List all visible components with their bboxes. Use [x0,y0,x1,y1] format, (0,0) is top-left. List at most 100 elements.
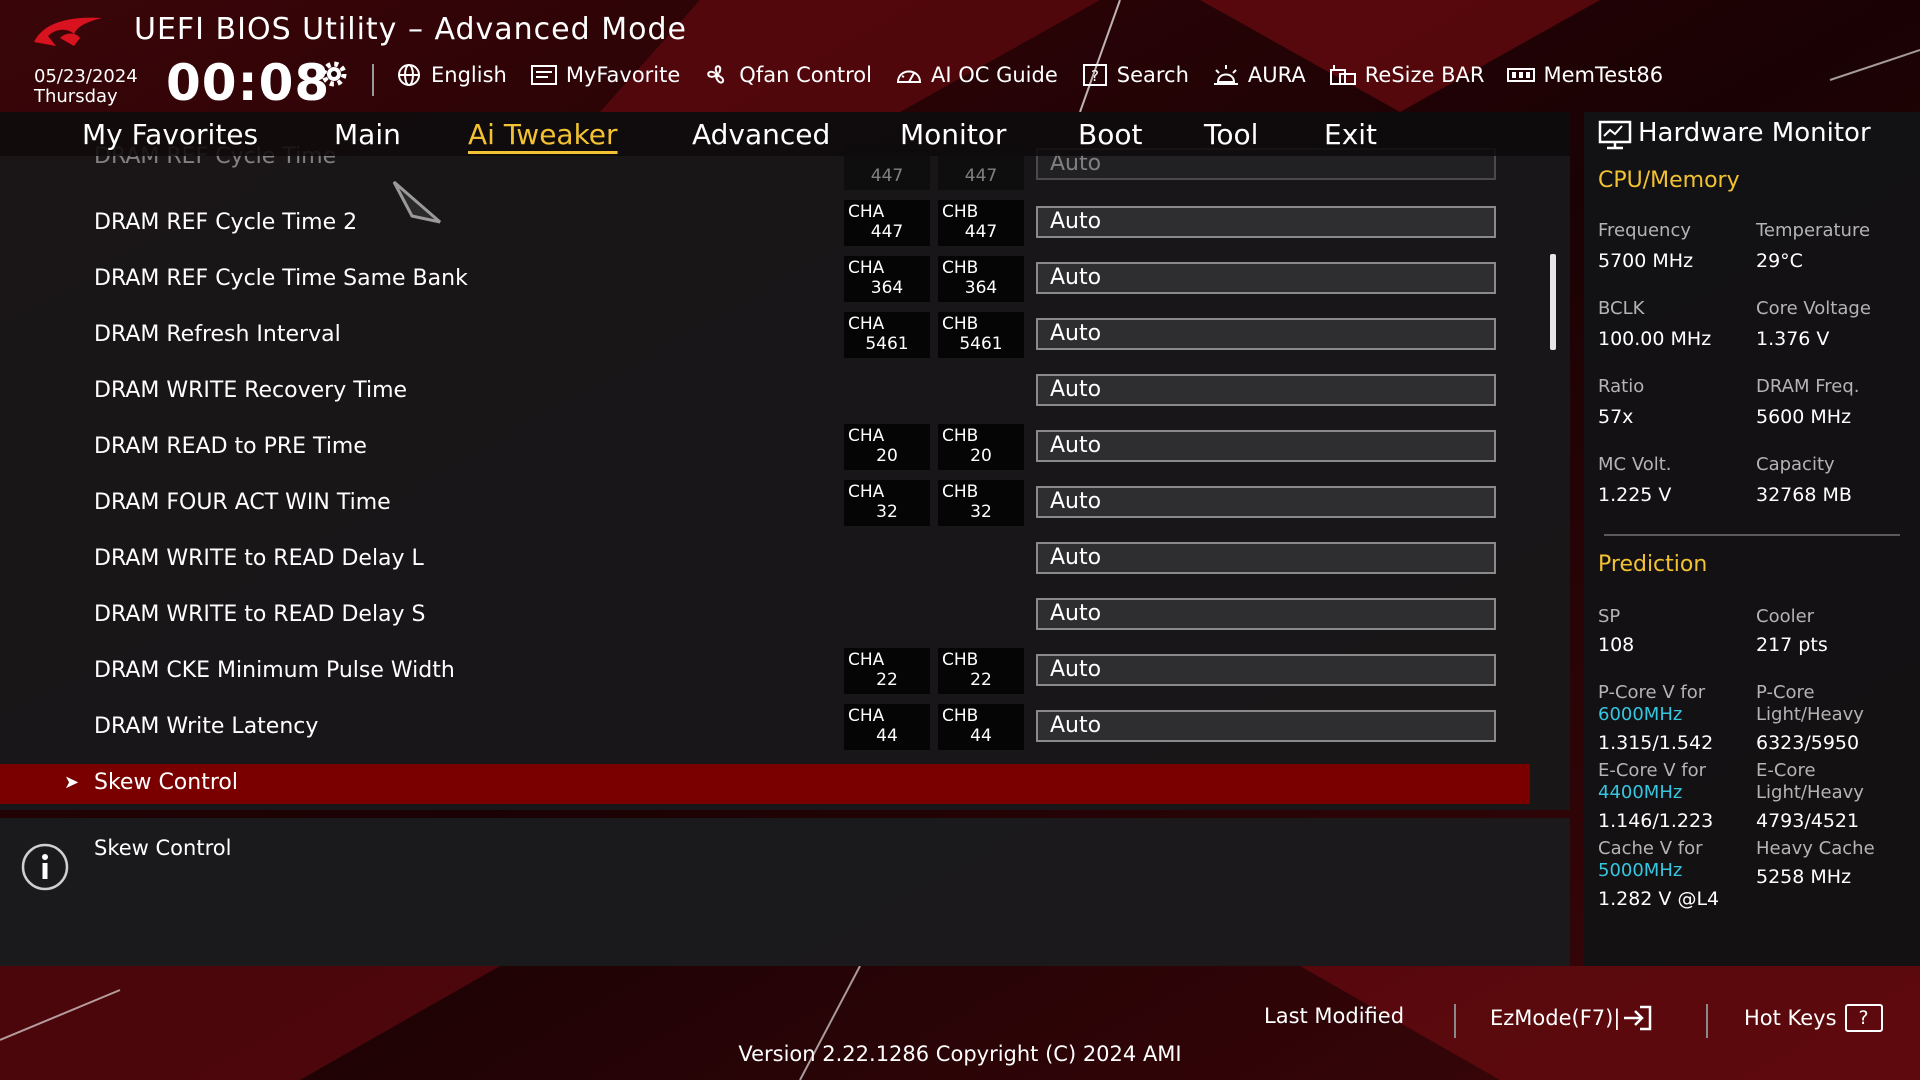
setting-value-box[interactable]: Auto [1036,542,1496,574]
ratio-label: Ratio [1598,376,1645,397]
setting-row[interactable]: DRAM Refresh Interval CHA 5461 CHB 5461 … [0,312,1530,368]
cache-v-value: 1.282 V @L4 [1598,888,1720,910]
cpu-memory-heading: CPU/Memory [1598,168,1740,193]
resize-bar-button[interactable]: ReSize BAR [1328,62,1484,88]
setting-row[interactable]: DRAM WRITE Recovery Time Auto [0,368,1530,424]
setting-label: DRAM FOUR ACT WIN Time [94,490,391,515]
temperature-value: 29°C [1756,250,1803,272]
setting-label: DRAM WRITE to READ Delay L [94,546,424,571]
myfavorite-button[interactable]: MyFavorite [529,62,680,88]
setting-row[interactable]: DRAM REF Cycle Time Same Bank CHA 364 CH… [0,256,1530,312]
header-divider [372,64,374,96]
weekday-display: Thursday [34,86,118,107]
last-modified-button[interactable]: Last Modified [1264,1004,1404,1028]
gear-icon[interactable] [318,58,350,90]
chb-value: 20 [970,446,992,466]
chb-readout: CHB 44 [938,704,1024,750]
language-button[interactable]: English [394,62,507,88]
aura-button[interactable]: AURA [1211,62,1306,88]
cooler-label: Cooler [1756,606,1815,627]
cha-label: CHA [848,706,885,726]
tab-tool[interactable]: Tool [1204,118,1258,151]
setting-row[interactable]: DRAM WRITE to READ Delay S Auto [0,592,1530,648]
aura-icon [1213,65,1238,85]
tab-ai-tweaker[interactable]: Ai Tweaker [468,118,618,151]
setting-value-box[interactable]: Auto [1036,654,1496,686]
cha-label: CHA [848,258,885,278]
qfan-control-button[interactable]: Qfan Control [702,62,872,88]
setting-value-box[interactable]: Auto [1036,430,1496,462]
search-label: Search [1116,63,1189,87]
cha-value: 364 [870,278,904,298]
capacity-label: Capacity [1756,454,1835,475]
cha-label: CHA [848,426,885,446]
cha-value: 447 [870,166,904,186]
cache-v-label: Cache V for [1598,838,1703,859]
chb-readout: CHB 22 [938,648,1024,694]
setting-value-box[interactable]: Auto [1036,486,1496,518]
toolbar: English MyFavorite Qfan Control AI OC Gu… [394,62,1685,88]
hot-keys-button[interactable]: Hot Keys ? [1744,1004,1883,1032]
resize-bar-icon [1329,65,1356,85]
chb-label: CHB [942,258,979,278]
ecore-v-value: 1.146/1.223 [1598,810,1714,832]
ezmode-button[interactable]: EzMode(F7)| [1490,1004,1654,1032]
ai-oc-guide-button[interactable]: AI OC Guide [894,62,1058,88]
mc-volt-value: 1.225 V [1598,484,1672,506]
setting-row[interactable]: DRAM CKE Minimum Pulse Width CHA 22 CHB … [0,648,1530,704]
setting-value-box[interactable]: Auto [1036,710,1496,742]
setting-row[interactable]: DRAM READ to PRE Time CHA 20 CHB 20 Auto [0,424,1530,480]
tab-my-favorites[interactable]: My Favorites [82,118,258,151]
mc-volt-label: MC Volt. [1598,454,1672,475]
pcore-v-freq: 6000MHz [1598,704,1683,725]
exit-arrow-icon [1624,1005,1652,1031]
dram-freq-value: 5600 MHz [1756,406,1852,428]
myfavorite-label: MyFavorite [565,63,681,87]
setting-row[interactable]: DRAM Write Latency CHA 44 CHB 44 Auto [0,704,1530,760]
bclk-value: 100.00 MHz [1598,328,1712,350]
chb-value: 5461 [959,334,1003,354]
setting-row[interactable]: DRAM REF Cycle Time 2 CHA 447 CHB 447 Au… [0,200,1530,256]
setting-value-box[interactable]: Auto [1036,598,1496,630]
memtest-icon [1507,68,1536,82]
cha-label: CHA [848,314,885,334]
setting-row[interactable]: DRAM WRITE to READ Delay L Auto [0,536,1530,592]
setting-label: DRAM Write Latency [94,714,319,739]
scrollbar[interactable] [1550,254,1556,350]
bclk-label: BCLK [1598,298,1645,319]
ecore-v-label: E-Core V for [1598,760,1707,781]
core-voltage-label: Core Voltage [1756,298,1871,319]
mouse-pointer-icon [392,180,441,224]
setting-value-box[interactable]: Auto [1036,374,1496,406]
cha-value: 5461 [865,334,909,354]
frequency-label: Frequency [1598,220,1691,241]
version-text: Version 2.22.1286 Copyright (C) 2024 AMI [738,1042,1182,1066]
search-button[interactable]: ? Search [1080,62,1189,88]
pcore-v-value: 1.315/1.542 [1598,732,1714,754]
tab-boot[interactable]: Boot [1078,118,1142,151]
tab-advanced[interactable]: Advanced [692,118,830,151]
chb-value: 447 [964,166,998,186]
memtest86-button[interactable]: MemTest86 [1506,62,1663,88]
cooler-value: 217 pts [1756,634,1828,656]
chb-readout: CHB 20 [938,424,1024,470]
setting-label: DRAM WRITE Recovery Time [94,378,408,403]
tab-monitor[interactable]: Monitor [900,118,1006,151]
ezmode-label: EzMode(F7)| [1490,1006,1621,1030]
submenu-arrow-icon: ➤ [64,772,80,793]
setting-row[interactable]: DRAM FOUR ACT WIN Time CHA 32 CHB 32 Aut… [0,480,1530,536]
date-display: 05/23/2024 [34,66,138,87]
tab-exit[interactable]: Exit [1324,118,1377,151]
heavy-cache-value: 5258 MHz [1756,866,1852,888]
help-key-icon: ? [1844,1004,1883,1032]
chb-label: CHB [942,650,979,670]
skew-control-menu-item[interactable]: ➤ Skew Control [0,764,1530,804]
memtest86-label: MemTest86 [1543,63,1664,87]
setting-value-box[interactable]: Auto [1036,262,1496,294]
setting-value-box[interactable]: Auto [1036,206,1496,238]
main-nav: My Favorites Main Ai Tweaker Advanced Mo… [0,112,1570,156]
chb-label: CHB [942,706,979,726]
search-icon: ? [1082,64,1107,86]
tab-main[interactable]: Main [334,118,401,151]
setting-value-box[interactable]: Auto [1036,318,1496,350]
